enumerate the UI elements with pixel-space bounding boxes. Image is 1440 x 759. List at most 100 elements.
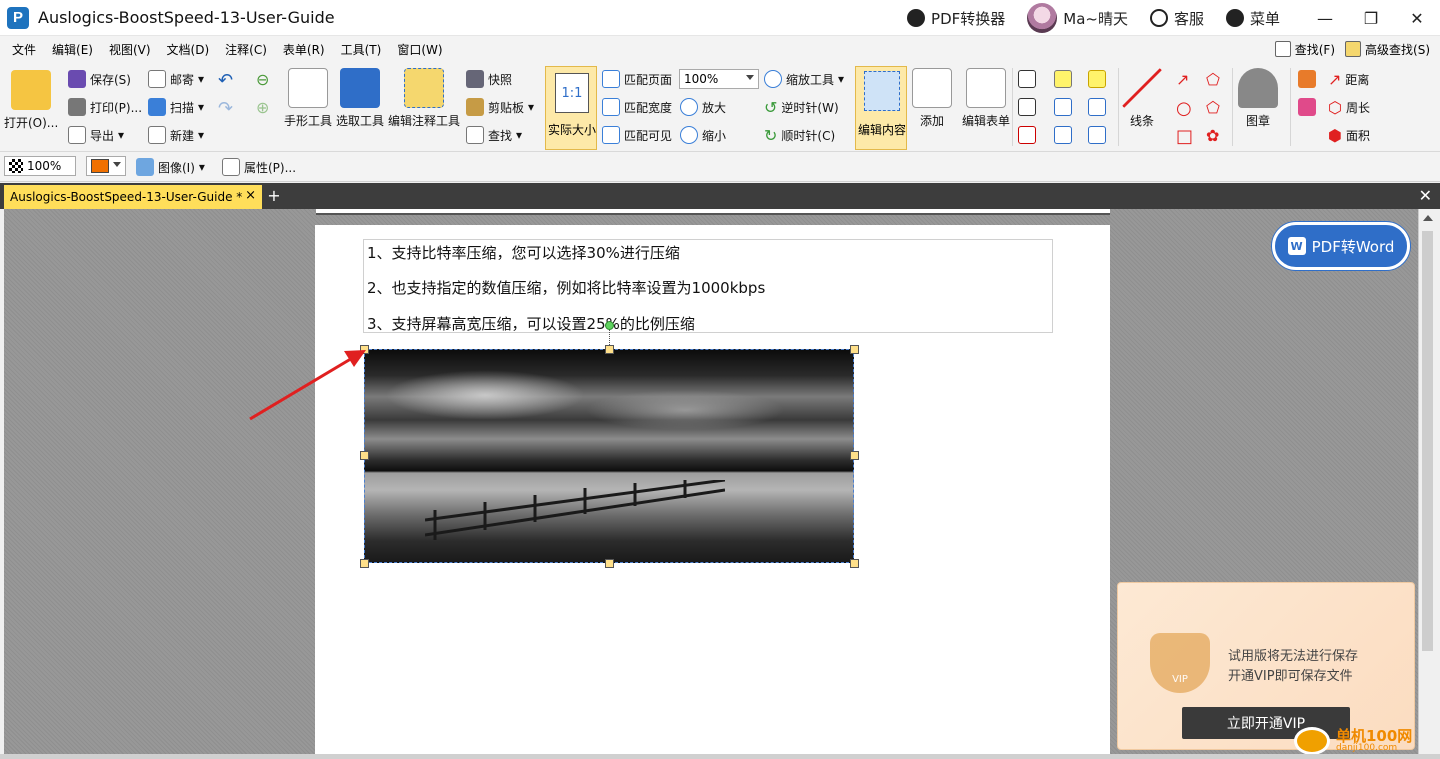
zoom-out-button[interactable]: 缩小 [680,126,726,144]
selected-image[interactable] [364,349,854,563]
arrow-tool[interactable]: ↗ [1176,70,1189,89]
user-account[interactable]: Ma~晴天 [1027,3,1128,33]
note-tool[interactable] [1088,70,1106,88]
edit-content-button[interactable]: 编辑内容 [855,66,907,150]
close-tab-icon[interactable]: × [245,188,256,203]
menu-edit[interactable]: 编辑(E) [44,41,101,58]
rotation-handle[interactable] [605,321,614,330]
menu-window[interactable]: 窗口(W) [389,41,450,58]
color-select[interactable] [86,156,126,176]
rectangle-tool[interactable]: □ [1176,126,1193,147]
menu-view[interactable]: 视图(V) [101,41,159,58]
pdf-to-word-button[interactable]: W PDF转Word [1272,222,1410,270]
menu-document[interactable]: 文档(D) [159,41,218,58]
vertical-scrollbar[interactable] [1418,209,1436,754]
resize-handle[interactable] [850,451,859,460]
resize-handle[interactable] [360,559,369,568]
resize-handle[interactable] [850,559,859,568]
clipboard-button[interactable]: 剪贴板 ▾ [466,98,534,116]
open-button[interactable]: 打开(O)... [4,70,58,131]
strikeout-tool[interactable] [1054,98,1072,116]
edit-annotation-tool-button[interactable]: 编辑注释工具 [388,68,460,129]
resize-handle[interactable] [360,451,369,460]
zoom-tool-button[interactable]: 缩放工具 ▾ [764,70,844,88]
resize-handle[interactable] [605,559,614,568]
opacity-select[interactable]: 100% [4,156,76,176]
print-button[interactable]: 打印(P)... [68,98,142,116]
fit-visible-button[interactable]: 匹配可见 [602,126,672,144]
close-button[interactable]: ✕ [1394,0,1440,36]
cloud-tool[interactable]: ✿ [1206,126,1219,145]
fit-page-button[interactable]: 匹配页面 [602,70,672,88]
rotate-cw-button[interactable]: ↻ 顺时针(C) [764,126,835,145]
menu-comment[interactable]: 注释(C) [217,41,275,58]
eraser-tool[interactable] [1298,98,1316,116]
perimeter-button[interactable]: ⬡ 周长 [1328,98,1370,117]
text-insert-tool[interactable] [1018,98,1036,116]
menu-tools[interactable]: 工具(T) [333,41,390,58]
text-replace-tool[interactable] [1018,126,1036,144]
text-field-tool[interactable] [1018,70,1036,88]
window-title: Auslogics-BoostSpeed-13-User-Guide [38,8,335,27]
zoom-out-icon [680,126,698,144]
image-menu-button[interactable]: 图像(I) ▾ [136,158,205,176]
polygon-tool[interactable]: ⬠ [1206,98,1220,117]
close-all-tabs-button[interactable]: ✕ [1419,186,1432,205]
sound-tool[interactable] [1088,126,1106,144]
form-icon [966,68,1006,108]
new-button[interactable]: 新建 ▾ [148,126,204,144]
typewriter-tool[interactable] [1054,70,1072,88]
area-button[interactable]: ⬢ 面积 [1328,126,1370,145]
add-button[interactable]: 添加 [912,68,952,129]
export-button[interactable]: 导出 ▾ [68,126,124,144]
pencil-tool[interactable] [1298,70,1316,88]
mail-button[interactable]: 邮寄 ▾ [148,70,204,88]
document-tab[interactable]: Auslogics-BoostSpeed-13-User-Guide * × [4,185,262,209]
text-underline-tool[interactable] [1054,126,1072,144]
stamp-button[interactable]: 图章 [1238,68,1278,129]
save-button[interactable]: 保存(S) [68,70,131,88]
attachment-tool[interactable] [1088,98,1106,116]
restore-button[interactable]: ❐ [1348,0,1394,36]
resize-handle[interactable] [605,345,614,354]
scroll-thumb[interactable] [1422,231,1433,651]
zoom-select[interactable]: 100% [679,69,759,89]
zoom-in-button[interactable]: 放大 [680,98,726,116]
lines-button[interactable]: 线条 [1122,68,1162,129]
select-text-icon [340,68,380,108]
pentagon-icon: ⬠ [1206,98,1220,117]
stamp-icon [1238,68,1278,108]
find-button[interactable]: 查找(F) [1274,41,1335,58]
polyline-tool[interactable]: ⬠ [1206,70,1220,89]
menu-file[interactable]: 文件 [4,41,44,58]
select-tool-button[interactable]: 选取工具 [336,68,384,129]
resize-handle[interactable] [850,345,859,354]
ellipse-tool[interactable]: ○ [1176,98,1192,119]
snapshot-button[interactable]: 快照 [466,70,512,88]
pdf-converter-button[interactable]: PDF转换器 [907,8,1005,29]
menu-form[interactable]: 表单(R) [275,41,333,58]
main-menu-button[interactable]: 菜单 [1225,8,1280,29]
actual-size-button[interactable]: 1:1 实际大小 [545,66,597,150]
document-page: 1、支持比特率压缩，您可以选择30%进行压缩 2、也支持指定的数值压缩，例如将比… [315,225,1110,754]
add-tab-button[interactable]: + [266,188,282,204]
divider [1118,68,1119,146]
advanced-find-button[interactable]: 高级查找(S) [1345,41,1430,58]
distance-button[interactable]: ↗ 距离 [1328,70,1369,89]
redo-button[interactable]: ↷ [218,98,233,119]
find-tool-button[interactable]: 查找 ▾ [466,126,522,144]
undo-button[interactable]: ↶ [218,70,233,91]
rotate-ccw-icon: ↺ [764,98,778,117]
hand-tool-button[interactable]: 手形工具 [284,68,332,129]
back-button[interactable]: ⊖ [256,70,269,89]
scroll-up-icon[interactable] [1423,215,1433,221]
edit-form-button[interactable]: 编辑表单 [962,68,1010,129]
rotate-ccw-button[interactable]: ↺ 逆时针(W) [764,98,839,117]
properties-button[interactable]: 属性(P)... [222,158,296,176]
forward-button[interactable]: ⊕ [256,98,269,117]
text-block[interactable]: 1、支持比特率压缩，您可以选择30%进行压缩 2、也支持指定的数值压缩，例如将比… [363,239,1053,333]
minimize-button[interactable]: — [1302,0,1348,36]
fit-width-button[interactable]: 匹配宽度 [602,98,672,116]
scan-button[interactable]: 扫描 ▾ [148,98,204,116]
support-button[interactable]: 客服 [1149,8,1204,29]
